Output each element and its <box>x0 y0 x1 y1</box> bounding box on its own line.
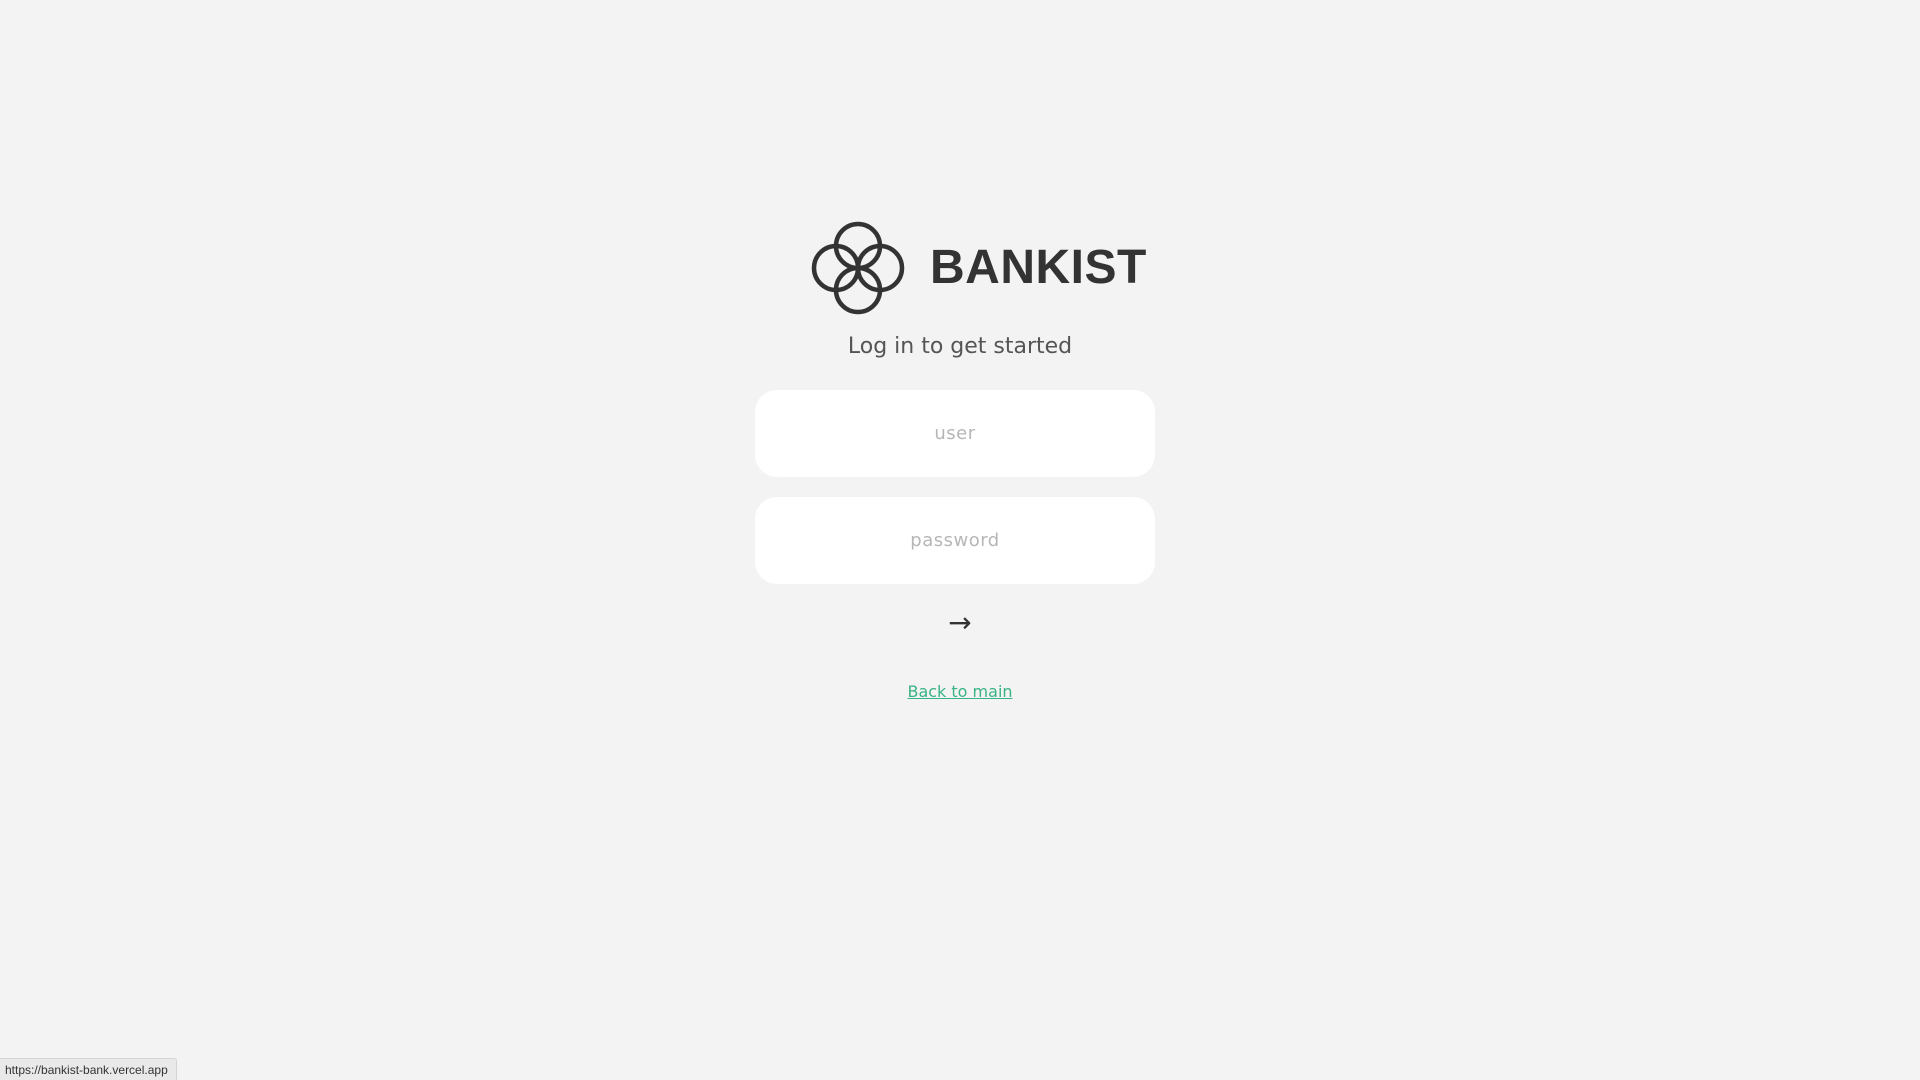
status-bar-url: https://bankist-bank.vercel.app <box>0 1058 177 1080</box>
brand-header: BANKIST <box>810 220 1147 316</box>
four-rings-logo-icon <box>811 221 905 315</box>
back-link-container: Back to main <box>0 681 1920 703</box>
page: BANKIST Log in to get started → Back to … <box>0 0 1920 1080</box>
login-subtitle: Log in to get started <box>847 334 1073 359</box>
password-input[interactable] <box>755 497 1155 584</box>
login-submit-button[interactable]: → <box>930 606 990 640</box>
back-to-main-link[interactable]: Back to main <box>907 682 1012 701</box>
brand-name: BANKIST <box>930 241 1147 294</box>
arrow-right-icon: → <box>948 606 972 639</box>
user-input[interactable] <box>755 390 1155 477</box>
